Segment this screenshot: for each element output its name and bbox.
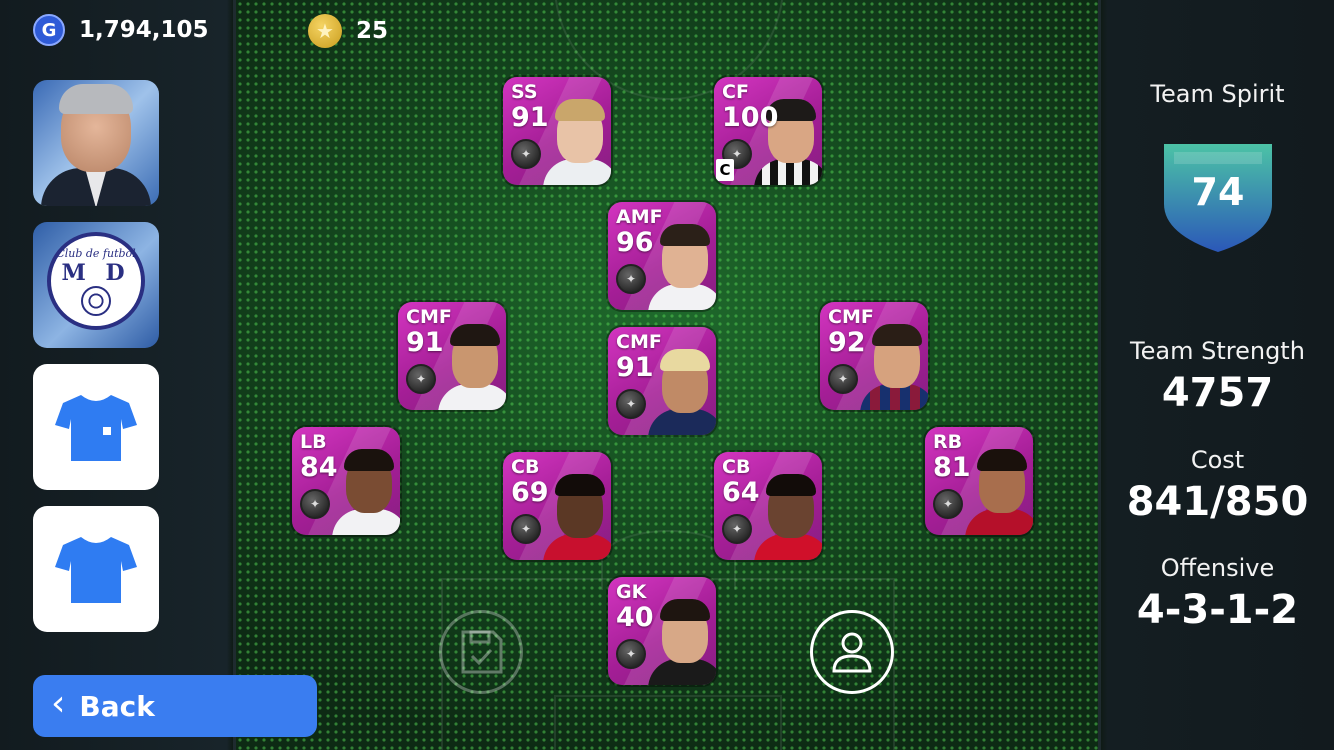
player-rating: 91: [616, 352, 654, 383]
away-kit-button[interactable]: [33, 506, 159, 632]
team-spirit-shield: 74: [1162, 142, 1274, 254]
player-rating: 91: [511, 102, 549, 133]
team-strength-label: Team Strength: [1130, 337, 1305, 365]
back-label: Back: [79, 689, 155, 723]
player-position: SS: [511, 81, 538, 103]
player-card-gk[interactable]: GK 40 ✦: [608, 577, 716, 685]
coin-balance: ★ 25: [308, 14, 388, 48]
player-position: CMF: [616, 331, 662, 353]
captain-badge: C: [716, 159, 734, 181]
team-strength-value: 4757: [1161, 370, 1274, 416]
player-position: CF: [722, 81, 749, 103]
player-position: GK: [616, 581, 647, 603]
player-rating: 69: [511, 477, 549, 508]
player-position: CB: [722, 456, 751, 478]
player-position: CMF: [406, 306, 452, 328]
formation-value: 4-3-1-2: [1136, 587, 1299, 633]
player-rating: 92: [828, 327, 866, 358]
player-position: LB: [300, 431, 327, 453]
team-spirit-label: Team Spirit: [1150, 80, 1285, 108]
player-position: AMF: [616, 206, 663, 228]
gp-amount: 1,794,105: [79, 17, 209, 43]
ball-icon: ✦: [616, 389, 646, 419]
home-kit-button[interactable]: [33, 364, 159, 490]
team-emblem-button[interactable]: Club de futbol M D: [33, 222, 159, 348]
person-icon: [832, 632, 872, 673]
player-position: RB: [933, 431, 963, 453]
player-rating: 64: [722, 477, 760, 508]
ball-icon: ✦: [511, 514, 541, 544]
ball-icon: ✦: [300, 489, 330, 519]
goal-box: [554, 695, 782, 750]
ball-icon: ✦: [722, 514, 752, 544]
home-shirt-icon: [55, 395, 137, 461]
chevron-left-icon: ‹: [51, 683, 66, 724]
ball-icon: ✦: [933, 489, 963, 519]
ball-icon: ✦: [828, 364, 858, 394]
ball-icon: ✦: [406, 364, 436, 394]
save-icon: [461, 630, 503, 674]
gp-balance: G 1,794,105: [33, 14, 209, 46]
back-button[interactable]: ‹ Back: [33, 675, 317, 737]
player-card-cmf-left[interactable]: CMF 91 ✦: [398, 302, 506, 410]
star-coin-icon: ★: [308, 14, 342, 48]
player-rating: 84: [300, 452, 338, 483]
squad-screen: G 1,794,105 ★ 25 Club de futbol M D ‹ Ba…: [0, 0, 1334, 750]
cost-label: Cost: [1190, 446, 1245, 474]
player-position: CMF: [828, 306, 874, 328]
player-card-cb-right[interactable]: CB 64 ✦: [714, 452, 822, 560]
save-formation-button[interactable]: [439, 610, 523, 694]
gp-coin-icon: G: [33, 14, 65, 46]
ball-icon: ✦: [616, 264, 646, 294]
player-card-rb[interactable]: RB 81 ✦: [925, 427, 1033, 535]
ball-icon: ✦: [511, 139, 541, 169]
away-shirt-icon: [55, 537, 137, 603]
team-stats-panel: Team Spirit 74 Team Strength 4757 Cost 8…: [1101, 0, 1334, 750]
team-crest-icon: Club de futbol M D: [47, 232, 145, 330]
player-card-lb[interactable]: LB 84 ✦: [292, 427, 400, 535]
coin-amount: 25: [356, 18, 389, 44]
player-card-amf[interactable]: AMF 96 ✦: [608, 202, 716, 310]
crest-initials: M D: [61, 259, 131, 286]
crest-top-text: Club de futbol: [56, 246, 136, 260]
player-rating: 91: [406, 327, 444, 358]
offensive-label: Offensive: [1160, 554, 1275, 582]
ball-icon: ✦: [616, 639, 646, 669]
manager-hair: [59, 84, 133, 114]
player-card-cb-left[interactable]: CB 69 ✦: [503, 452, 611, 560]
player-rating: 96: [616, 227, 654, 258]
player-card-cmf-center[interactable]: CMF 91 ✦: [608, 327, 716, 435]
player-rating: 100: [722, 102, 779, 133]
player-rating: 40: [616, 602, 654, 633]
player-position: CB: [511, 456, 540, 478]
player-card-cmf-right[interactable]: CMF 92 ✦: [820, 302, 928, 410]
manager-button[interactable]: [33, 80, 159, 206]
player-rating: 81: [933, 452, 971, 483]
crest-ball-icon: [81, 285, 111, 316]
player-card-cf[interactable]: CF 100 ✦ C: [714, 77, 822, 185]
team-spirit-value: 74: [1191, 170, 1245, 214]
cost-value: 841/850: [1126, 479, 1309, 525]
player-info-button[interactable]: [810, 610, 894, 694]
player-card-ss[interactable]: SS 91 ✦: [503, 77, 611, 185]
